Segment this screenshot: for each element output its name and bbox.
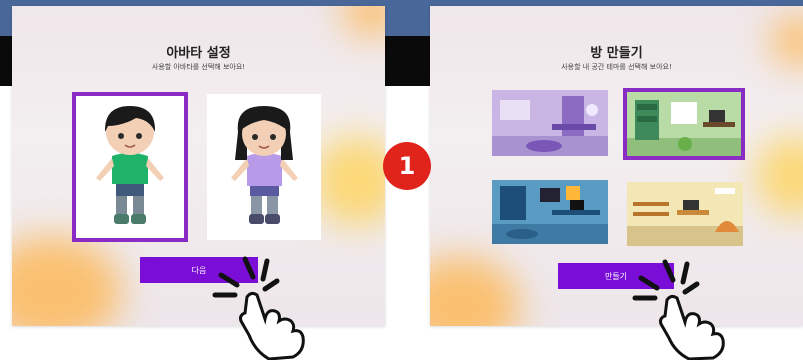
avatar-setup-screen: 아바타 설정 사용할 아바타를 선택해 보아요! 다음 xyxy=(12,6,385,326)
decorative-glow xyxy=(312,136,385,226)
screen-subtitle: 사용할 아바타를 선택해 보아요! xyxy=(151,63,246,71)
tap-hand-icon xyxy=(212,256,305,360)
decorative-glow xyxy=(755,136,803,216)
step-marker: 1 xyxy=(383,142,431,190)
screen-subtitle: 사용할 내 공간 테마를 선택해 보아요! xyxy=(561,63,672,71)
room-theme-green[interactable] xyxy=(627,92,741,156)
green-room-icon xyxy=(627,92,741,156)
room-theme-purple[interactable] xyxy=(492,90,608,156)
avatar-option-girl[interactable] xyxy=(207,94,321,240)
boy-avatar-icon xyxy=(96,106,164,224)
background-dark-middle xyxy=(385,36,430,86)
screen-title: 아바타 설정 xyxy=(166,46,231,61)
yellow-room-icon xyxy=(627,182,743,246)
avatar-option-boy[interactable] xyxy=(76,96,184,238)
click-burst-icon xyxy=(212,256,280,298)
click-burst-icon xyxy=(632,259,700,301)
decorative-glow xyxy=(12,236,122,326)
girl-avatar-icon xyxy=(231,106,298,224)
tap-hand-icon xyxy=(632,259,725,360)
room-creation-screen: 방 만들기 사용할 내 공간 테마를 선택해 보아요! 만들기 xyxy=(430,6,803,326)
purple-room-icon xyxy=(492,90,608,156)
decorative-glow xyxy=(430,256,520,326)
screen-title: 방 만들기 xyxy=(590,46,643,61)
room-theme-blue[interactable] xyxy=(492,180,608,244)
room-theme-yellow[interactable] xyxy=(627,182,743,246)
decorative-glow xyxy=(342,6,385,36)
blue-room-icon xyxy=(492,180,608,244)
